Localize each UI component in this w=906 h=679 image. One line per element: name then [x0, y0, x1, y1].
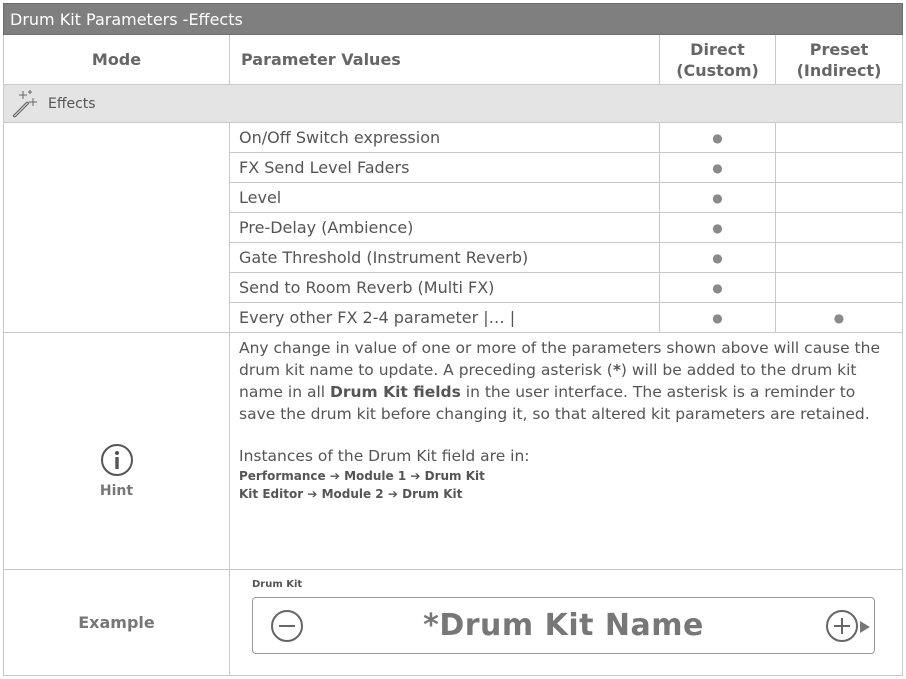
hint-asterisk: *	[612, 361, 621, 379]
drum-kit-field-label: Drum Kit	[252, 579, 303, 590]
direct-marker: ●	[660, 153, 776, 183]
hint-path-1: Performance ➔ Module 1 ➔ Drum Kit	[239, 467, 896, 485]
example-cell: Example	[4, 570, 230, 676]
header-preset: Preset (Indirect)	[776, 35, 903, 85]
section-effects: Effects	[4, 85, 903, 123]
header-preset-line2: (Indirect)	[796, 60, 882, 80]
direct-marker: ●	[660, 123, 776, 153]
header-mode: Mode	[4, 35, 230, 85]
preset-marker	[776, 213, 903, 243]
example-content: Drum Kit *Drum Kit Name	[230, 570, 903, 676]
magic-wand-icon	[10, 89, 40, 119]
preset-marker	[776, 123, 903, 153]
hint-cell: Hint	[4, 333, 230, 570]
path2-step3: Drum Kit	[402, 487, 463, 501]
arrow-icon: ➔	[410, 469, 421, 483]
direct-marker: ●	[660, 213, 776, 243]
parameter-row-label: Gate Threshold (Instrument Reverb)	[230, 243, 660, 273]
hint-paragraph-1: Any change in value of one or more of th…	[239, 337, 896, 425]
arrow-icon: ➔	[329, 469, 340, 483]
mode-cell-effects	[4, 123, 230, 333]
direct-marker: ●	[660, 273, 776, 303]
parameter-row-label: Pre-Delay (Ambience)	[230, 213, 660, 243]
hint-label: Hint	[99, 483, 134, 499]
header-preset-line1: Preset	[809, 39, 869, 59]
drum-kit-field[interactable]: *Drum Kit Name	[252, 597, 875, 654]
path1-step2: Module 1	[344, 469, 407, 483]
direct-marker: ●	[660, 303, 776, 333]
parameter-row-label: Level	[230, 183, 660, 213]
hint-path-2: Kit Editor ➔ Module 2 ➔ Drum Kit	[239, 485, 896, 503]
header-direct: Direct (Custom)	[660, 35, 776, 85]
header-direct-line1: Direct	[690, 39, 745, 59]
path2-step1: Kit Editor	[239, 487, 304, 501]
direct-marker: ●	[660, 243, 776, 273]
arrow-icon: ➔	[387, 487, 398, 501]
drum-kit-name: *Drum Kit Name	[423, 608, 704, 643]
parameter-row-label: Send to Room Reverb (Multi FX)	[230, 273, 660, 303]
example-label: Example	[78, 613, 155, 632]
header-direct-line2: (Custom)	[676, 60, 759, 80]
play-triangle-icon[interactable]	[859, 619, 871, 633]
header-parameter-values: Parameter Values	[230, 35, 660, 85]
parameter-row-label: FX Send Level Faders	[230, 153, 660, 183]
parameter-row-label: On/Off Switch expression	[230, 123, 660, 153]
parameter-row-label: Every other FX 2-4 parameter |… |	[230, 303, 660, 333]
preset-marker	[776, 183, 903, 213]
info-icon	[100, 443, 134, 477]
preset-marker: ●	[776, 303, 903, 333]
path2-step2: Module 2	[321, 487, 384, 501]
path1-step3: Drum Kit	[424, 469, 485, 483]
arrow-icon: ➔	[307, 487, 318, 501]
hint-text: Any change in value of one or more of th…	[230, 333, 903, 570]
table-grid: Mode Parameter Values Direct (Custom) Pr…	[3, 35, 903, 676]
hint-drum-kit-fields: Drum Kit fields	[329, 383, 461, 401]
plus-circle-icon[interactable]	[825, 609, 859, 643]
preset-marker	[776, 243, 903, 273]
path1-step1: Performance	[239, 469, 326, 483]
section-label: Effects	[48, 95, 96, 112]
preset-marker	[776, 273, 903, 303]
table-title: Drum Kit Parameters -Effects	[3, 3, 903, 35]
preset-marker	[776, 153, 903, 183]
drum-kit-parameters-table: Drum Kit Parameters -Effects Mode Parame…	[3, 3, 903, 676]
direct-marker: ●	[660, 183, 776, 213]
hint-paragraph-2: Instances of the Drum Kit field are in:	[239, 447, 530, 465]
